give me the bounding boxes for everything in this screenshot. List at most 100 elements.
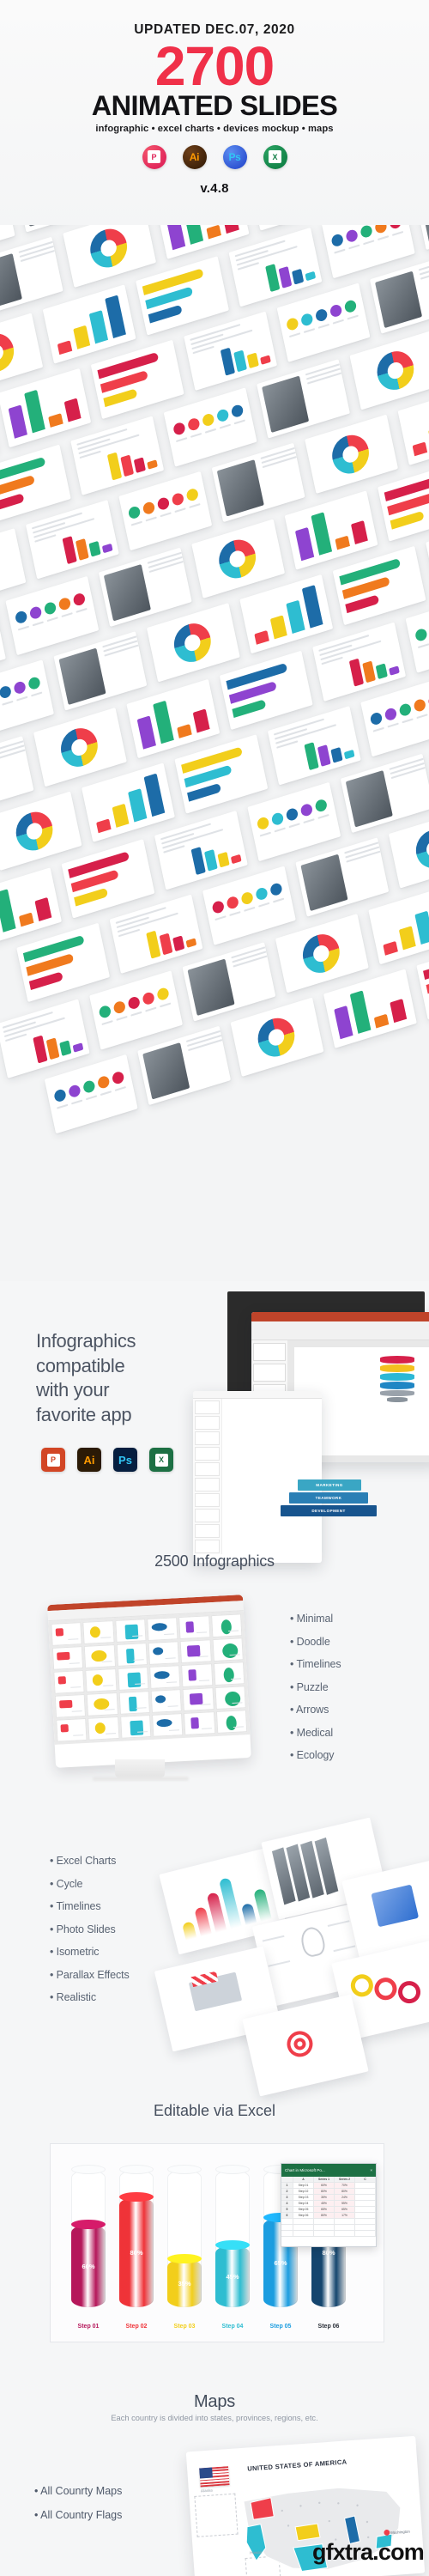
excel-cell[interactable] [314,2231,335,2237]
monitor-slide-thumbnail[interactable] [152,1713,184,1737]
excel-cell[interactable]: 60% [314,2183,335,2189]
monitor-slide-thumbnail[interactable] [213,1662,245,1686]
excel-row-header[interactable]: 1 [281,2183,293,2189]
excel-data-popup[interactable]: Chart in Microsoft Po... × A Series 1 Seri… [281,2163,377,2247]
monitor-slide-thumbnail[interactable] [182,1687,214,1711]
monitor-slide-thumbnail[interactable] [119,1714,152,1739]
monitor-slide-thumbnail[interactable] [87,1692,118,1716]
monitor-slide-thumbnail[interactable] [114,1619,147,1643]
monitor-slide-thumbnail[interactable] [148,1641,180,1665]
excel-cell[interactable]: 65% [314,2207,335,2213]
chart-bar[interactable]: 80% [119,2165,154,2307]
monitor-slide-thumbnail[interactable] [147,1617,178,1642]
gs-slide-thumbnail[interactable] [195,1447,220,1461]
monitor-slide-thumbnail[interactable] [85,1668,118,1692]
excel-cell[interactable] [293,2231,314,2237]
excel-column-header[interactable] [281,2177,293,2183]
gs-slide-thumbnail[interactable] [195,1431,220,1445]
excel-column-header[interactable]: Series 2 [335,2177,355,2183]
excel-cell[interactable] [355,2231,376,2237]
monitor-slide-thumbnail[interactable] [118,1691,150,1715]
gs-slide-rail[interactable] [193,1399,222,1554]
monitor-slide-thumbnail[interactable] [53,1669,85,1694]
excel-cell[interactable] [314,2225,335,2231]
excel-cell[interactable] [355,2225,376,2231]
excel-cell[interactable]: 70% [335,2183,355,2189]
monitor-slide-thumbnail[interactable] [179,1639,212,1664]
ppt-slide-thumbnail[interactable] [253,1364,286,1382]
excel-cell[interactable] [335,2231,355,2237]
monitor-slide-thumbnail[interactable] [88,1716,120,1741]
monitor-slide-thumbnail[interactable] [181,1663,214,1687]
excel-row-header[interactable]: 5 [281,2207,293,2213]
monitor-slide-thumbnail[interactable] [117,1667,149,1691]
excel-column-header[interactable]: A [293,2177,314,2183]
excel-cell[interactable] [335,2225,355,2231]
excel-column-header[interactable]: Series 1 [314,2177,335,2183]
bar-chart[interactable]: 60% 80% 35% 45% 65% 80% Step 01 Step 02 Step 03… [50,2143,384,2342]
excel-row-header[interactable]: 2 [281,2189,293,2195]
excel-cell[interactable]: Step 04 [293,2201,314,2207]
excel-cell[interactable]: 35% [314,2195,335,2201]
gs-slide-thumbnail[interactable] [195,1400,220,1414]
excel-cell[interactable] [355,2189,376,2195]
excel-cell[interactable] [293,2219,314,2225]
excel-cell[interactable]: Step 03 [293,2195,314,2201]
monitor-slide-thumbnail[interactable] [56,1717,88,1742]
excel-cell[interactable] [355,2183,376,2189]
excel-cell[interactable]: 45% [314,2201,335,2207]
monitor-slide-thumbnail[interactable] [82,1620,115,1644]
excel-row-header[interactable]: 4 [281,2201,293,2207]
excel-cell[interactable] [314,2219,335,2225]
excel-cell[interactable] [355,2201,376,2207]
chart-bar[interactable]: 45% [215,2165,250,2307]
ppt-slide-thumbnail[interactable] [253,1343,286,1361]
gs-slide-thumbnail[interactable] [195,1462,220,1476]
excel-cell[interactable]: 24% [335,2195,355,2201]
excel-cell[interactable]: 80% [335,2189,355,2195]
excel-cell[interactable]: 55% [335,2201,355,2207]
excel-cell[interactable] [281,2231,293,2237]
gs-slide-thumbnail[interactable] [195,1540,220,1553]
gs-slide-thumbnail[interactable] [195,1416,220,1430]
monitor-slide-thumbnail[interactable] [116,1643,148,1667]
excel-cell[interactable] [335,2219,355,2225]
gs-slide-thumbnail[interactable] [195,1478,220,1492]
excel-cell[interactable]: 17% [335,2213,355,2219]
excel-cell[interactable] [281,2219,293,2225]
excel-cell[interactable] [355,2207,376,2213]
monitor-slide-thumbnail[interactable] [184,1711,215,1735]
excel-column-header[interactable]: C [355,2177,376,2183]
excel-cell[interactable] [293,2225,314,2231]
excel-cell[interactable]: 80% [314,2213,335,2219]
monitor-slide-thumbnail[interactable] [178,1615,211,1640]
excel-cell[interactable]: Step 01 [293,2183,314,2189]
monitor-slide-thumbnail[interactable] [54,1693,87,1718]
excel-cell[interactable]: 80% [314,2189,335,2195]
close-icon[interactable]: × [370,2168,372,2172]
excel-cell[interactable] [281,2225,293,2231]
chart-bar[interactable]: 60% [71,2165,106,2307]
excel-cell[interactable]: Step 06 [293,2213,314,2219]
excel-cell[interactable]: Step 05 [293,2207,314,2213]
monitor-slide-thumbnail[interactable] [210,1613,243,1638]
monitor-slide-thumbnail[interactable] [51,1646,84,1670]
monitor-slide-thumbnail[interactable] [150,1689,183,1713]
excel-row-header[interactable]: 3 [281,2195,293,2201]
excel-cell[interactable] [355,2219,376,2225]
gs-slide-thumbnail[interactable] [195,1524,220,1538]
excel-cell[interactable] [355,2213,376,2219]
gs-slide-thumbnail[interactable] [195,1509,220,1522]
excel-row-header[interactable]: 6 [281,2213,293,2219]
gs-slide-thumbnail[interactable] [195,1493,220,1507]
excel-cell[interactable] [355,2195,376,2201]
monitor-slide-thumbnail[interactable] [215,1710,248,1734]
monitor-slide-thumbnail[interactable] [214,1686,246,1710]
monitor-slide-thumbnail[interactable] [149,1665,181,1689]
monitor-slide-thumbnail[interactable] [212,1637,244,1662]
monitor-slide-thumbnail[interactable] [51,1622,82,1646]
excel-cell[interactable]: Step 02 [293,2189,314,2195]
monitor-slide-thumbnail[interactable] [84,1644,116,1668]
excel-cell[interactable]: 65% [335,2207,355,2213]
chart-bar[interactable]: 35% [167,2165,202,2307]
